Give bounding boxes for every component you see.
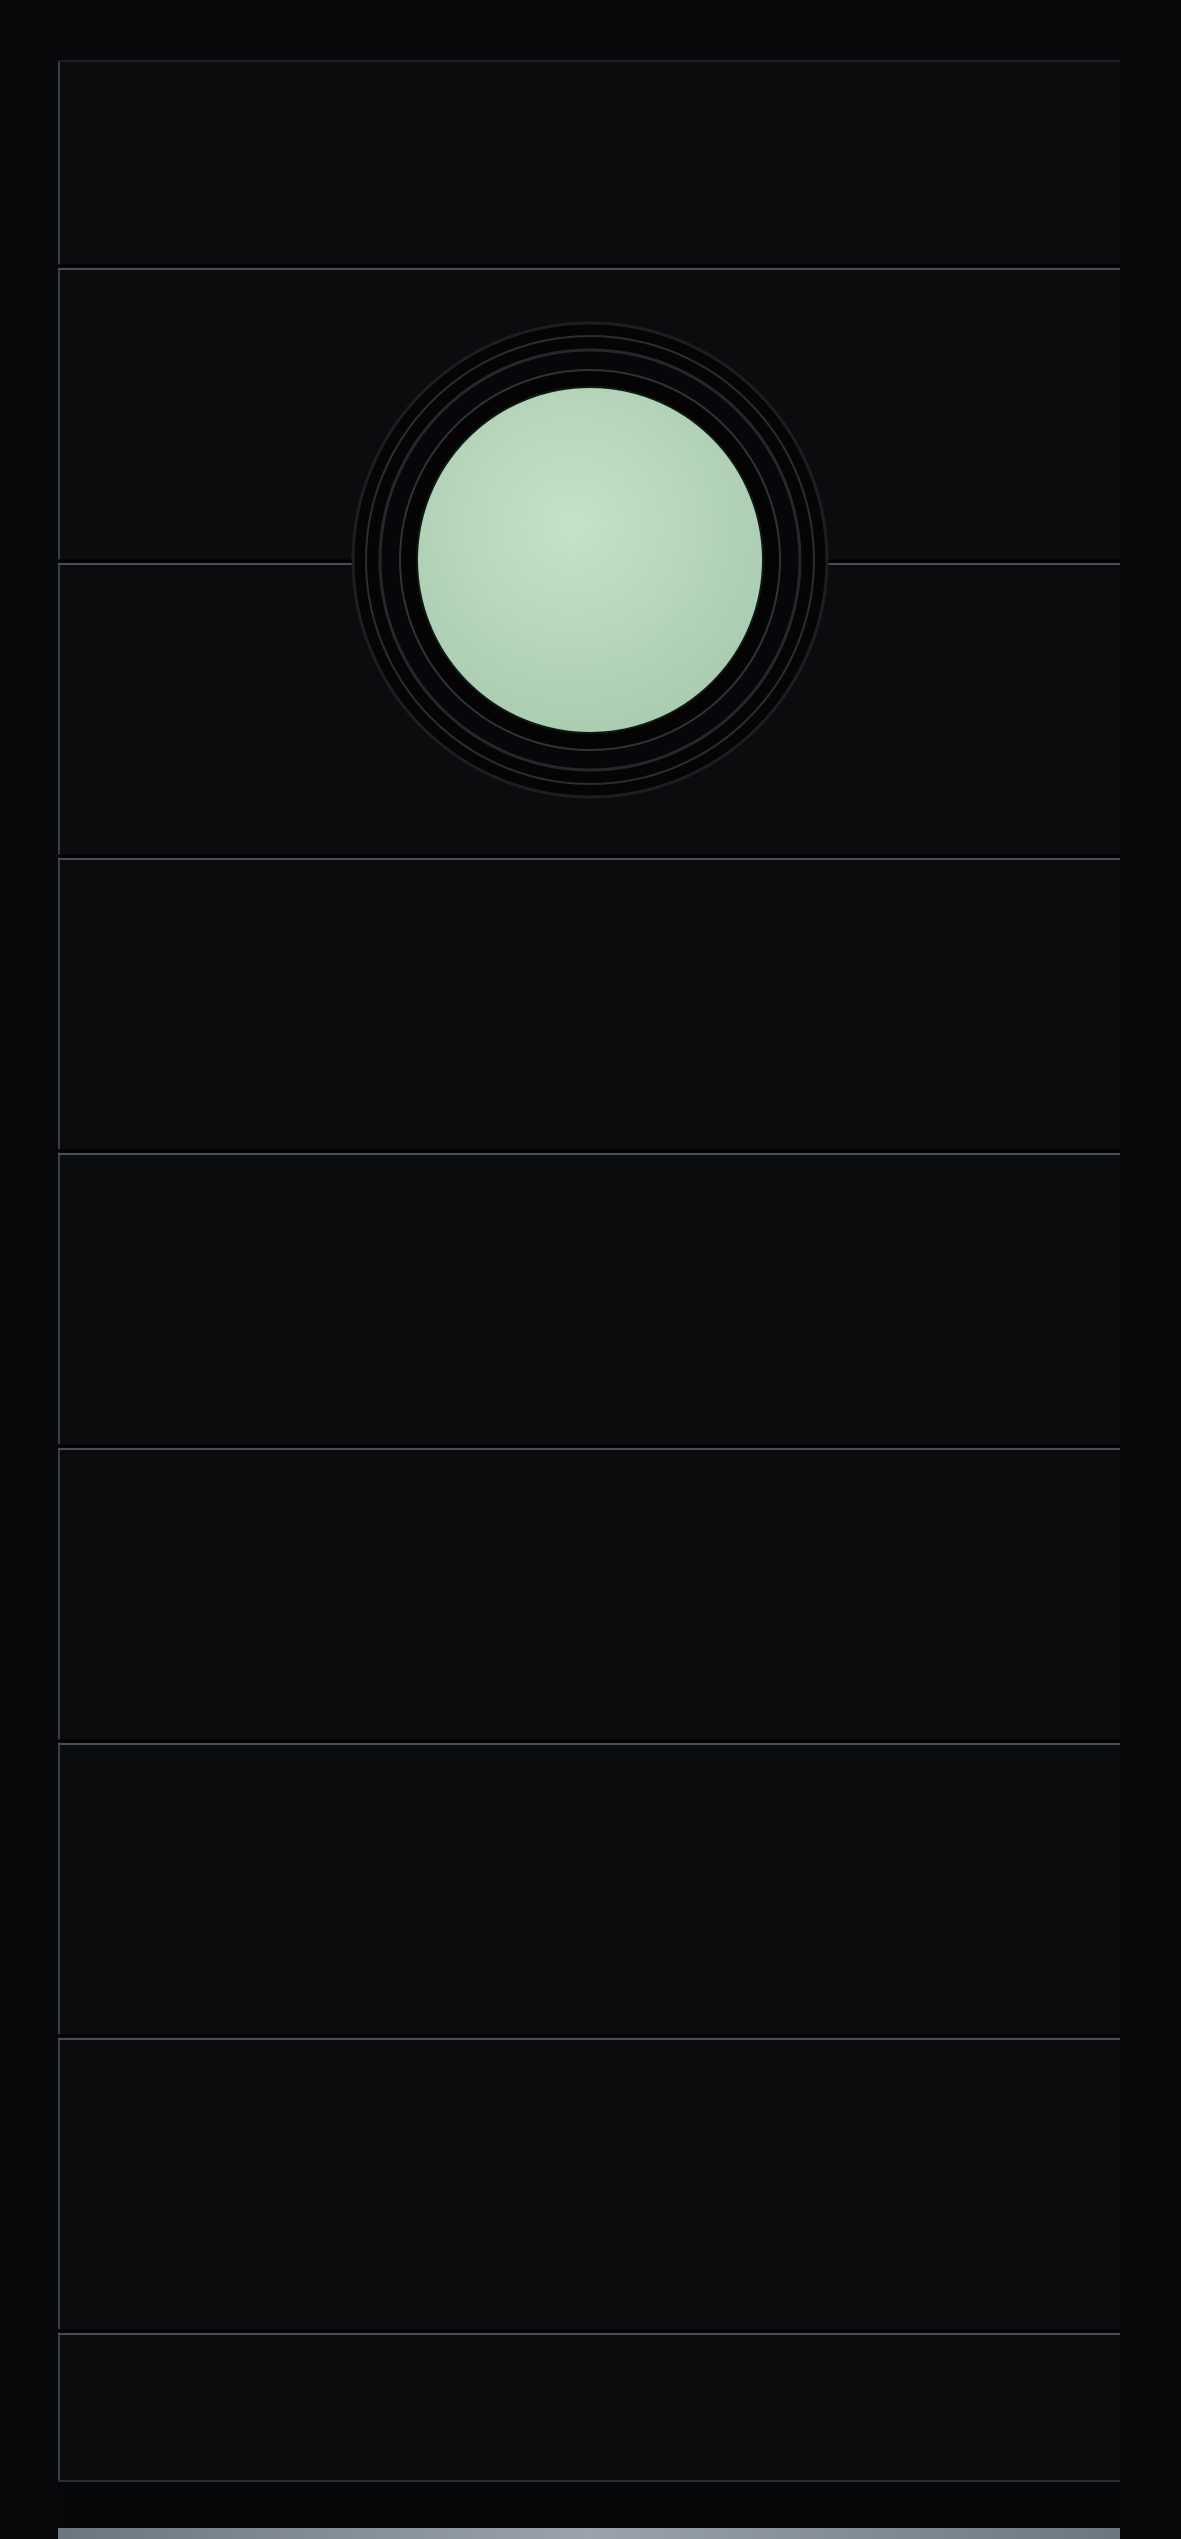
kick-plate — [58, 2528, 1120, 2539]
door-panel — [0, 0, 1181, 2539]
porthole-window — [351, 321, 829, 799]
bottom-rail — [58, 2480, 1120, 2528]
door-illustration — [0, 0, 1181, 2539]
porthole-glass — [417, 387, 763, 733]
